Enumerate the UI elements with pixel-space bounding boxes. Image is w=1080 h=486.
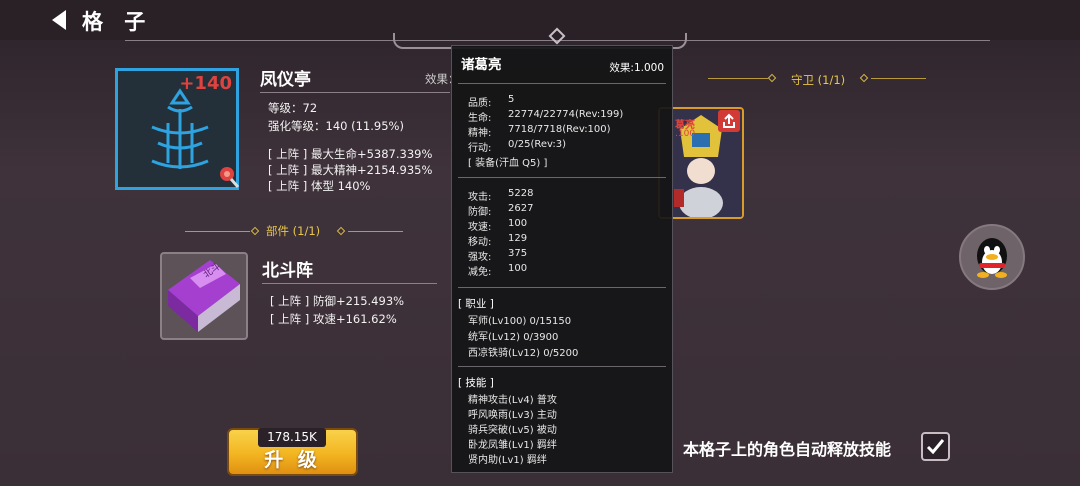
- relic-pavilion-icon: [151, 88, 209, 169]
- tooltip-skill: 贤内助(Lv1) 羁绊: [468, 455, 547, 466]
- tooltip-effect: 效果:1.000: [609, 60, 664, 75]
- tooltip-job: 军师(Lv100) 0/15150: [468, 316, 572, 327]
- guard-title-line-right: [871, 78, 926, 79]
- part-name: 北斗阵: [262, 261, 313, 281]
- tooltip-stat-key: 移动:: [468, 237, 492, 248]
- tooltip-info-value: 7718/7718(Rev:100): [508, 124, 611, 135]
- relic-name-divider: [260, 92, 450, 93]
- guard-title-line-left: [708, 78, 768, 79]
- tooltip-stat-key: 防御:: [468, 207, 492, 218]
- hero-tooltip: 诸葛亮 效果:1.000 品质: 5 生命: 22774/22774(Rev:1…: [451, 45, 673, 473]
- tooltip-hero-name: 诸葛亮: [461, 57, 502, 73]
- tooltip-skill: 骑兵突破(Lv5) 被动: [468, 425, 557, 436]
- tooltip-divider: [458, 287, 666, 288]
- page-title: 格 子: [82, 10, 153, 34]
- tooltip-info-key: 品质:: [468, 98, 492, 109]
- pin-icon[interactable]: [218, 165, 240, 189]
- tooltip-stat-value: 100: [508, 263, 528, 274]
- tooltip-job: 统军(Lv12) 0/3900: [468, 332, 559, 343]
- tooltip-divider: [458, 83, 666, 84]
- relic-buff: [ 上阵 ] 最大生命+5387.339%: [268, 147, 433, 161]
- tooltip-effect-value: 1.000: [633, 62, 664, 74]
- upgrade-cost: 178.15K: [258, 428, 326, 447]
- tooltip-stat-key: 攻速:: [468, 222, 492, 233]
- tooltip-skill: 精神攻击(Lv4) 普攻: [468, 395, 557, 406]
- tooltip-stat-value: 375: [508, 248, 528, 259]
- relic-buff: [ 上阵 ] 体型 140%: [268, 179, 371, 193]
- parts-title-line-left: [185, 231, 250, 232]
- part-slot[interactable]: 北斗: [160, 252, 248, 340]
- book-icon: 北斗: [168, 260, 240, 332]
- qq-penguin-button[interactable]: [959, 224, 1025, 290]
- tooltip-skill: 呼风唤雨(Lv3) 主动: [468, 410, 557, 421]
- tooltip-divider: [458, 366, 666, 367]
- tooltip-jobs-title: [ 职业 ]: [458, 298, 494, 310]
- tooltip-stat-value: 100: [508, 218, 528, 229]
- hero-level-tag: .100: [675, 129, 696, 139]
- relic-level: 等级：72: [268, 101, 318, 115]
- tooltip-equip: [ 装备(汗血 Q5) ]: [468, 158, 548, 169]
- part-buff: [ 上阵 ] 攻速+161.62%: [270, 312, 397, 326]
- tooltip-effect-label: 效果:: [609, 62, 634, 74]
- tooltip-stat-key: 强攻:: [468, 252, 492, 263]
- tooltip-skill: 卧龙凤雏(Lv1) 羁绊: [468, 440, 557, 451]
- upgrade-button-label: 升 级: [264, 449, 321, 471]
- tooltip-divider: [458, 177, 666, 178]
- tooltip-info-key: 精神:: [468, 128, 492, 139]
- tooltip-info-value: 22774/22774(Rev:199): [508, 109, 624, 120]
- checkmark-icon: [926, 439, 945, 455]
- part-buff: [ 上阵 ] 防御+215.493%: [270, 294, 405, 308]
- relic-name: 凤仪亭: [260, 70, 311, 90]
- tooltip-stat-value: 2627: [508, 203, 534, 214]
- tooltip-stat-value: 129: [508, 233, 528, 244]
- penguin-icon: [977, 238, 1007, 278]
- back-arrow-icon[interactable]: [50, 9, 68, 31]
- part-name-divider: [262, 283, 437, 284]
- parts-title-line-right: [348, 231, 403, 232]
- tooltip-info-key: 生命:: [468, 113, 492, 124]
- relic-enhance-level: 强化等级：140 (11.95%): [268, 119, 404, 133]
- tooltip-info-value: 5: [508, 94, 515, 105]
- relic-buff: [ 上阵 ] 最大精神+2154.935%: [268, 163, 433, 177]
- tooltip-stat-key: 攻击:: [468, 192, 492, 203]
- auto-skill-checkbox[interactable]: [921, 432, 950, 461]
- tooltip-stat-key: 减免:: [468, 267, 492, 278]
- tooltip-info-key: 行动:: [468, 143, 492, 154]
- tooltip-stat-value: 5228: [508, 188, 534, 199]
- auto-skill-label: 本格子上的角色自动释放技能: [683, 440, 892, 459]
- guard-title: 守卫 (1/1): [791, 73, 846, 87]
- tooltip-job: 西凉铁骑(Lv12) 0/5200: [468, 348, 579, 359]
- remove-hero-icon[interactable]: [718, 110, 740, 132]
- tooltip-skills-title: [ 技能 ]: [458, 377, 494, 389]
- tooltip-info-value: 0/25(Rev:3): [508, 139, 567, 150]
- parts-title: 部件 (1/1): [266, 224, 321, 238]
